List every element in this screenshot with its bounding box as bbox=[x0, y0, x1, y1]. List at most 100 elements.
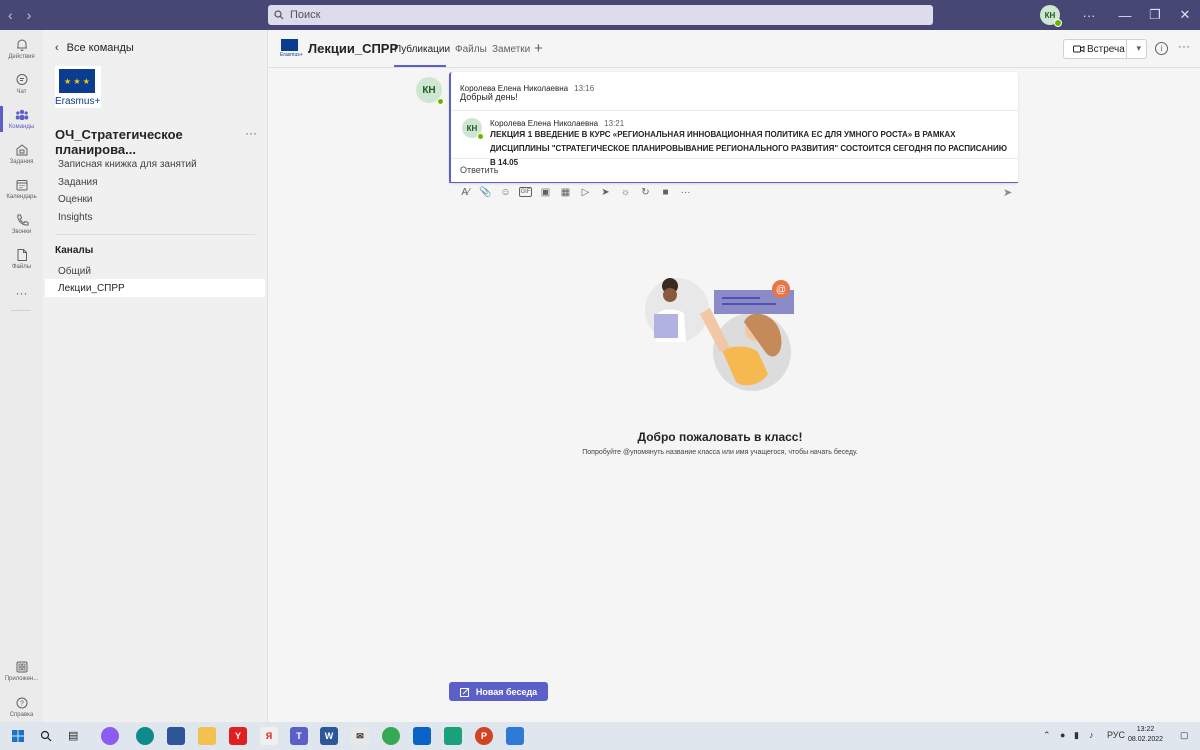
chrome-icon[interactable] bbox=[382, 727, 400, 745]
search-input[interactable]: Поиск bbox=[268, 5, 933, 25]
close-button[interactable]: ✕ bbox=[1170, 7, 1200, 23]
post-author-avatar[interactable]: КН bbox=[416, 77, 444, 105]
tab-files[interactable]: Файлы bbox=[455, 44, 487, 55]
profile-avatar[interactable]: КН bbox=[1040, 5, 1062, 27]
stream-icon[interactable]: ➤ bbox=[599, 187, 612, 198]
yandex-icon[interactable]: Я bbox=[260, 727, 278, 745]
team-logo[interactable]: ★ ★ ★ Erasmus+ bbox=[55, 66, 101, 108]
sticker-icon[interactable]: ▣ bbox=[539, 187, 552, 198]
new-conversation-label: Новая беседа bbox=[475, 686, 538, 697]
info-icon[interactable]: i bbox=[1155, 42, 1168, 55]
meet-button[interactable]: Встреча ▾ bbox=[1063, 39, 1147, 59]
teams-icon bbox=[15, 109, 28, 120]
teams-icon[interactable]: T bbox=[290, 727, 308, 745]
reply-lead: ЛЕКЦИЯ 1 bbox=[490, 129, 533, 139]
appbar-item-calls[interactable]: Звонки bbox=[0, 213, 43, 235]
chat-icon bbox=[16, 74, 27, 85]
post-time: 13:16 bbox=[574, 84, 595, 93]
notifications-icon[interactable]: ▢ bbox=[1180, 730, 1189, 741]
minimize-button[interactable]: — bbox=[1110, 8, 1140, 23]
reply-link[interactable]: Ответить bbox=[460, 165, 498, 175]
team-logo-text: Erasmus+ bbox=[55, 96, 101, 107]
edge-icon[interactable] bbox=[136, 727, 154, 745]
forward-arrow-icon[interactable]: › bbox=[27, 7, 32, 23]
taskbar-clock[interactable]: 13:22 08.02.2022 bbox=[1128, 725, 1163, 745]
sidebar-item-insights[interactable]: Insights bbox=[58, 212, 92, 223]
appbar-item-activity[interactable]: Действия bbox=[0, 38, 43, 60]
clock-date: 08.02.2022 bbox=[1128, 736, 1164, 743]
powerpoint-icon[interactable]: P bbox=[475, 727, 493, 745]
appbar-label: Приложен... bbox=[4, 676, 39, 682]
history-nav: ‹ › bbox=[0, 7, 31, 23]
volume-icon[interactable]: ♪ bbox=[1089, 730, 1094, 740]
mail-icon[interactable]: ✉ bbox=[351, 727, 369, 745]
store-icon[interactable] bbox=[167, 727, 185, 745]
chevron-down-icon[interactable]: ▾ bbox=[1136, 43, 1141, 54]
tab-notes[interactable]: Заметки bbox=[492, 44, 530, 55]
appbar-item-help[interactable]: ? Справка bbox=[0, 696, 43, 718]
channel-flag-caption: Erasmus+ bbox=[280, 52, 303, 58]
attach-icon[interactable]: 📎 bbox=[479, 187, 492, 198]
appbar-divider bbox=[11, 310, 31, 311]
channel-more-button[interactable]: ··· bbox=[1178, 39, 1190, 53]
loop-icon[interactable]: ↻ bbox=[639, 187, 652, 198]
appbar-label: Действия bbox=[8, 54, 35, 60]
back-arrow-icon[interactable]: ‹ bbox=[8, 7, 13, 23]
battery-icon[interactable]: ▮ bbox=[1074, 730, 1079, 741]
channel-general[interactable]: Общий bbox=[45, 262, 265, 280]
avatar-initials: КН bbox=[466, 123, 478, 133]
appbar-item-assignments[interactable]: Задания bbox=[0, 143, 43, 165]
post-message: Добрый день! bbox=[460, 92, 518, 102]
os-taskbar: ▤ Y Я T W ✉ P ⌃ ● ▮ ♪ РУС 13:22 08.02.20… bbox=[0, 722, 1200, 750]
yandex-browser-icon[interactable]: Y bbox=[229, 727, 247, 745]
gif-icon[interactable]: GIF bbox=[519, 187, 532, 197]
avatar-initials: КН bbox=[422, 84, 436, 96]
channel-lectures[interactable]: Лекции_СПРР bbox=[45, 279, 265, 297]
meet-now-icon[interactable]: ▷ bbox=[579, 187, 592, 198]
word-icon[interactable]: W bbox=[320, 727, 338, 745]
appbar-item-calendar[interactable]: Календарь bbox=[0, 178, 43, 200]
input-language[interactable]: РУС bbox=[1107, 730, 1125, 740]
windows-start-icon[interactable] bbox=[12, 730, 24, 742]
teams-app-icon[interactable]: ■ bbox=[659, 187, 672, 198]
appbar-item-files[interactable]: Файлы bbox=[0, 248, 43, 270]
photos-icon[interactable] bbox=[506, 727, 524, 745]
format-icon[interactable]: A⁄ bbox=[459, 187, 472, 198]
onedrive-icon[interactable] bbox=[413, 727, 431, 745]
more-options-icon[interactable]: ··· bbox=[679, 187, 692, 198]
sidebar-item-notebook[interactable]: Записная книжка для занятий bbox=[58, 159, 197, 170]
appbar-label: Задания bbox=[9, 159, 34, 165]
praise-icon[interactable]: ☼ bbox=[619, 187, 632, 198]
more-apps-button[interactable]: ··· bbox=[0, 286, 43, 300]
send-icon[interactable]: ➤ bbox=[1003, 186, 1012, 199]
emoji-icon[interactable]: ☺ bbox=[499, 187, 512, 198]
sidebar-item-assignments[interactable]: Задания bbox=[58, 177, 98, 188]
show-hidden-icons-icon[interactable]: ⌃ bbox=[1043, 730, 1051, 741]
appbar-item-teams[interactable]: Команды bbox=[0, 106, 43, 132]
all-teams-link[interactable]: ‹ Все команды bbox=[55, 42, 134, 54]
search-icon[interactable] bbox=[40, 730, 52, 742]
microphone-icon[interactable]: ● bbox=[1060, 730, 1065, 740]
compose-icon bbox=[459, 687, 470, 697]
conversation-card: Королева Елена Николаевна 13:16 Добрый де… bbox=[449, 72, 1018, 183]
app-icon[interactable] bbox=[444, 727, 462, 745]
add-tab-button[interactable]: + bbox=[534, 40, 543, 57]
reply-author-avatar[interactable]: КН bbox=[462, 118, 484, 140]
appbar-item-apps[interactable]: Приложен... bbox=[0, 660, 43, 682]
restore-button[interactable]: ❐ bbox=[1140, 7, 1170, 23]
tab-posts[interactable]: Публикации bbox=[394, 44, 450, 55]
folder-icon[interactable] bbox=[198, 727, 216, 745]
app-bar: Действия Чат Команды Задания Календарь З… bbox=[0, 30, 43, 722]
new-conversation-button[interactable]: Новая беседа bbox=[449, 682, 548, 701]
schedule-meeting-icon[interactable]: ▦ bbox=[559, 187, 572, 198]
settings-more-button[interactable]: ··· bbox=[1074, 8, 1104, 23]
eu-flag-icon bbox=[281, 39, 298, 51]
all-teams-label: Все команды bbox=[66, 42, 134, 54]
search-placeholder: Поиск bbox=[290, 9, 321, 21]
answer-divider bbox=[451, 158, 1018, 159]
appbar-item-chat[interactable]: Чат bbox=[0, 73, 43, 95]
task-view-icon[interactable]: ▤ bbox=[68, 729, 78, 742]
team-more-button[interactable]: ··· bbox=[245, 126, 257, 140]
alice-icon[interactable] bbox=[101, 727, 119, 745]
sidebar-item-grades[interactable]: Оценки bbox=[58, 194, 92, 205]
